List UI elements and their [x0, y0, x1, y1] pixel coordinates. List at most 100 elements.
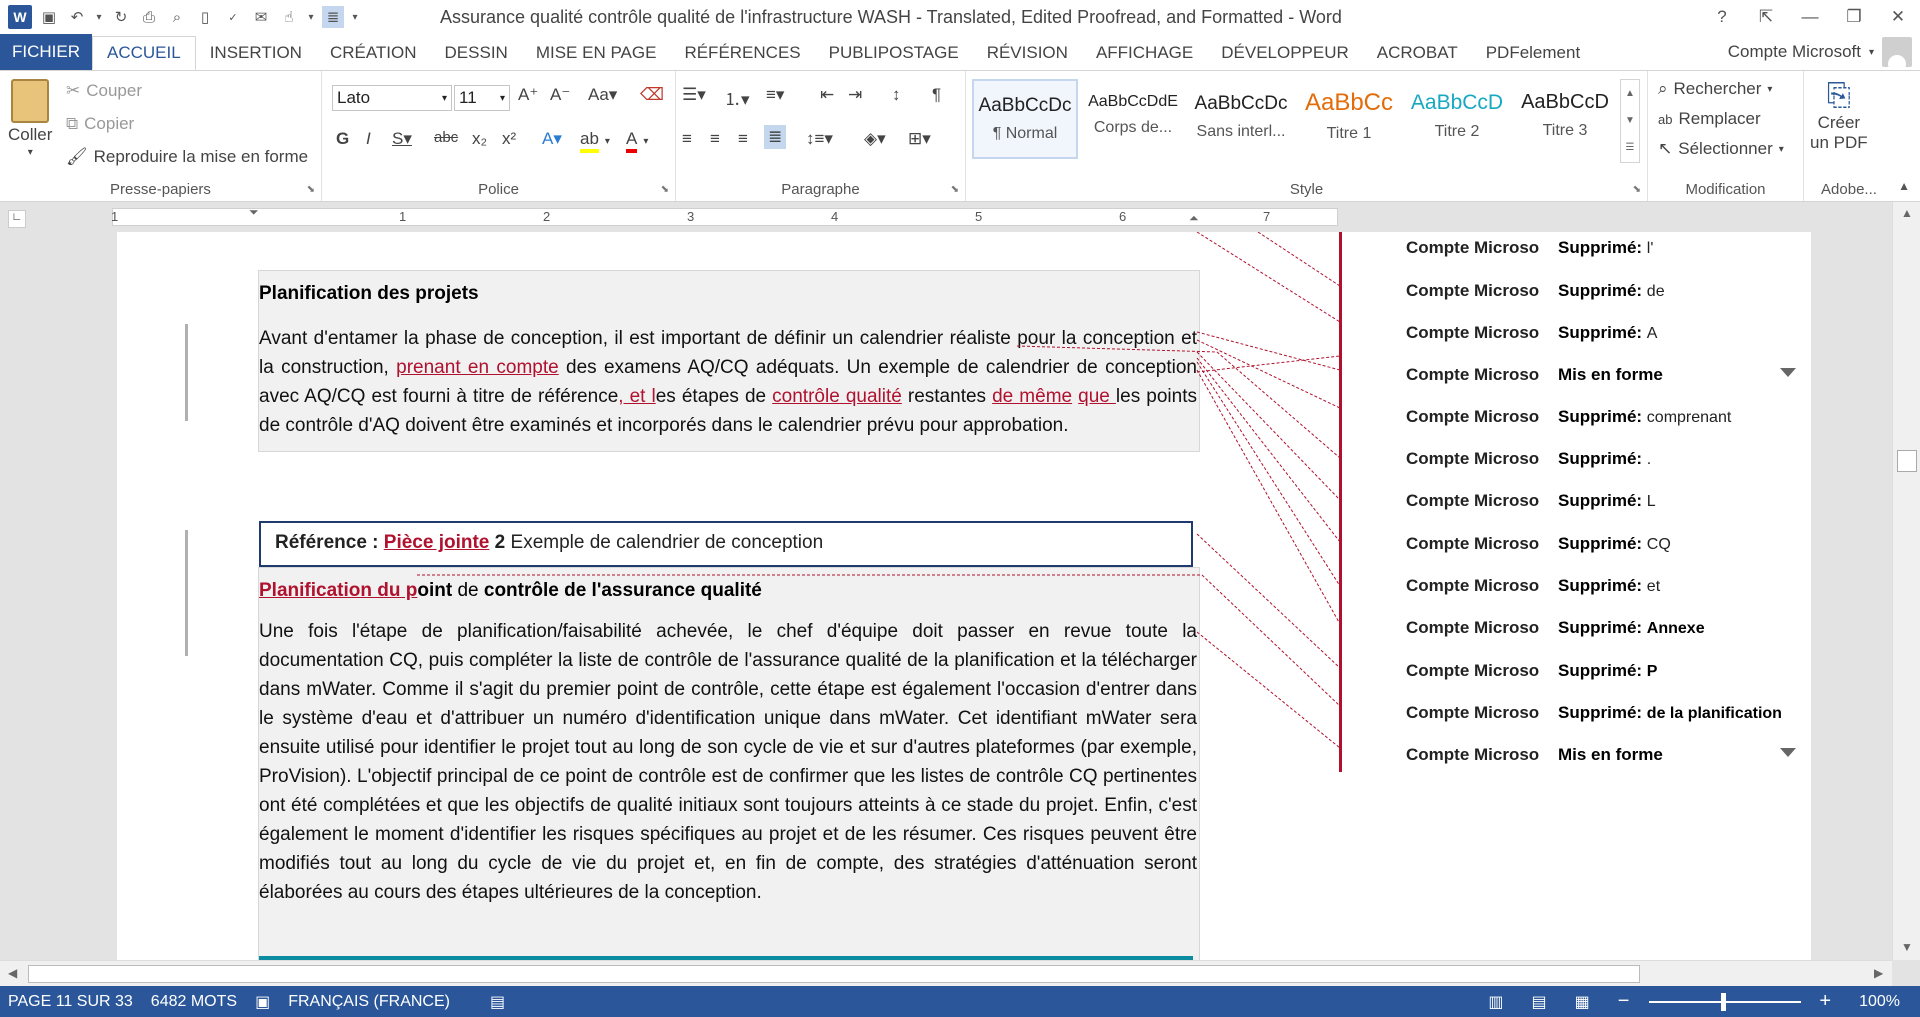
ribbon-display-icon[interactable]: ⇱: [1744, 0, 1788, 34]
dialog-launcher-icon[interactable]: ⬊: [1633, 184, 1641, 195]
shrink-font-button[interactable]: A⁻: [550, 85, 570, 105]
collapse-ribbon-icon[interactable]: ▲: [1898, 179, 1910, 193]
format-painter-button[interactable]: 🖌 Reproduire la mise en forme: [66, 147, 308, 167]
revision-balloon[interactable]: Compte Microso Supprimé: l': [1406, 238, 1653, 258]
new-document-icon[interactable]: ▯: [194, 6, 216, 28]
revision-balloon[interactable]: Compte Microso Supprimé: A: [1406, 323, 1657, 343]
revision-balloon[interactable]: Compte Microso Supprimé: comprenant: [1406, 407, 1731, 427]
customize-qat-icon[interactable]: ▾: [350, 6, 360, 28]
copy-button[interactable]: ⧉ Copier: [66, 114, 134, 134]
highlight-button[interactable]: ab ▾: [580, 129, 610, 153]
avatar[interactable]: [1882, 37, 1912, 67]
chevron-down-icon[interactable]: [1780, 368, 1796, 377]
decrease-indent-button[interactable]: ⇤: [820, 85, 834, 105]
change-case-button[interactable]: Aa▾: [588, 85, 617, 105]
scroll-thumb[interactable]: [1897, 450, 1917, 472]
undo-icon[interactable]: ↶: [66, 6, 88, 28]
tab-fichier[interactable]: FICHIER: [0, 34, 92, 70]
tab-pdfelement[interactable]: PDFelement: [1472, 36, 1594, 70]
zoom-level[interactable]: 100%: [1859, 993, 1900, 1011]
underline-button[interactable]: S▾: [392, 129, 412, 149]
word-logo-icon[interactable]: W: [8, 5, 32, 29]
word-count[interactable]: 6482 MOTS: [151, 993, 237, 1011]
bold-button[interactable]: G: [336, 129, 349, 149]
increase-indent-button[interactable]: ⇥: [848, 85, 862, 105]
revision-balloon[interactable]: Compte Microso Supprimé: CQ: [1406, 534, 1671, 554]
cut-button[interactable]: ✂ Couper: [66, 81, 142, 101]
line-spacing-button[interactable]: ↕≡▾: [806, 129, 833, 149]
revision-balloon[interactable]: Compte Microso Supprimé: de: [1406, 281, 1665, 301]
proofing-icon[interactable]: ▣: [255, 992, 270, 1012]
touch-dropdown-icon[interactable]: ▾: [306, 6, 316, 28]
chevron-down-icon[interactable]: ▼: [1621, 107, 1639, 134]
more-styles-icon[interactable]: ☰: [1621, 134, 1639, 161]
strikethrough-button[interactable]: abc: [434, 129, 458, 146]
subscript-button[interactable]: x₂: [472, 129, 487, 149]
print-icon[interactable]: ⎙: [138, 6, 160, 28]
zoom-in-button[interactable]: +: [1819, 990, 1831, 1013]
shading-button[interactable]: ◈▾: [864, 129, 886, 149]
document-page[interactable]: Planification des projets Avant d'entame…: [117, 232, 1339, 960]
style-corps[interactable]: AaBbCcDdE Corps de...: [1080, 79, 1186, 159]
close-button[interactable]: ✕: [1876, 0, 1920, 34]
revision-balloon[interactable]: Compte Microso Supprimé: et: [1406, 576, 1660, 596]
page-indicator[interactable]: PAGE 11 SUR 33: [8, 993, 133, 1011]
style-titre-1[interactable]: AaBbCc Titre 1: [1296, 79, 1402, 159]
tab-dessin[interactable]: DESSIN: [431, 36, 522, 70]
create-pdf-button[interactable]: ⎘ Créer un PDF: [1810, 79, 1868, 153]
account-menu[interactable]: Compte Microsoft ▾: [1728, 34, 1912, 70]
zoom-slider[interactable]: [1649, 992, 1802, 1011]
maximize-button[interactable]: ❐: [1832, 0, 1876, 34]
tab-references[interactable]: RÉFÉRENCES: [670, 36, 814, 70]
indent-marker-icon[interactable]: ⏷: [249, 205, 259, 220]
revision-balloon[interactable]: Compte Microso Supprimé: de la planificat…: [1406, 703, 1782, 723]
font-name-select[interactable]: Lato ▾: [332, 85, 452, 111]
font-size-select[interactable]: 11 ▾: [454, 85, 510, 111]
scroll-left-icon[interactable]: ◀: [8, 966, 17, 980]
horizontal-scrollbar[interactable]: ◀ ▶: [0, 960, 1892, 986]
scroll-thumb[interactable]: [28, 965, 1640, 983]
align-center-button[interactable]: ≡: [710, 129, 720, 149]
dialog-launcher-icon[interactable]: ⬊: [307, 184, 315, 195]
tab-mise-en-page[interactable]: MISE EN PAGE: [522, 36, 671, 70]
tab-creation[interactable]: CRÉATION: [316, 36, 431, 70]
revision-balloon[interactable]: Compte Microso Supprimé: .: [1406, 449, 1651, 469]
tab-revision[interactable]: RÉVISION: [973, 36, 1082, 70]
justify-button[interactable]: ≣: [764, 125, 787, 149]
read-mode-icon[interactable]: ▥: [1488, 992, 1503, 1012]
save-icon[interactable]: ▣: [38, 6, 60, 28]
chevron-down-icon[interactable]: [1780, 748, 1796, 757]
show-marks-button[interactable]: ¶: [932, 85, 941, 105]
spelling-icon[interactable]: ✓: [222, 6, 244, 28]
layout-icon[interactable]: ≣: [322, 6, 344, 28]
align-right-button[interactable]: ≡: [738, 129, 748, 149]
style-titre-2[interactable]: AaBbCcD Titre 2: [1404, 79, 1510, 159]
tab-insertion[interactable]: INSERTION: [196, 36, 316, 70]
tab-selector-icon[interactable]: ∟: [8, 210, 26, 228]
dialog-launcher-icon[interactable]: ⬊: [951, 184, 959, 195]
bullets-button[interactable]: ☰▾: [682, 85, 706, 105]
style-titre-3[interactable]: AaBbCcD Titre 3: [1512, 79, 1618, 159]
vertical-scrollbar[interactable]: ▲ ▼: [1892, 202, 1920, 960]
find-button[interactable]: ⌕ Rechercher ▾: [1658, 79, 1772, 99]
align-left-button[interactable]: ≡: [682, 129, 692, 149]
help-button[interactable]: ?: [1700, 0, 1744, 34]
multilevel-list-button[interactable]: ≡▾: [766, 85, 784, 105]
zoom-out-button[interactable]: −: [1618, 990, 1630, 1013]
language-indicator[interactable]: FRANÇAIS (FRANCE): [288, 993, 450, 1011]
horizontal-ruler[interactable]: 1 ⏷ 1 2 3 4 5 6 ⏶ 7: [111, 205, 1338, 226]
numbering-button[interactable]: ⒈▾: [724, 85, 750, 110]
italic-button[interactable]: I: [366, 129, 371, 149]
styles-scroll[interactable]: ▲ ▼ ☰: [1620, 79, 1640, 163]
scroll-up-icon[interactable]: ▲: [1901, 206, 1913, 220]
sort-button[interactable]: ↕: [892, 85, 901, 105]
chevron-up-icon[interactable]: ▲: [1621, 80, 1639, 107]
dialog-launcher-icon[interactable]: ⬊: [661, 184, 669, 195]
scroll-right-icon[interactable]: ▶: [1874, 966, 1883, 980]
revision-balloon[interactable]: Compte Microso Mis en forme: [1406, 365, 1796, 385]
select-button[interactable]: ↖ Sélectionner ▾: [1658, 139, 1784, 159]
borders-button[interactable]: ⊞▾: [908, 129, 931, 149]
tab-publipostage[interactable]: PUBLIPOSTAGE: [815, 36, 973, 70]
email-icon[interactable]: ✉: [250, 6, 272, 28]
print-layout-icon[interactable]: ▤: [1531, 992, 1546, 1012]
